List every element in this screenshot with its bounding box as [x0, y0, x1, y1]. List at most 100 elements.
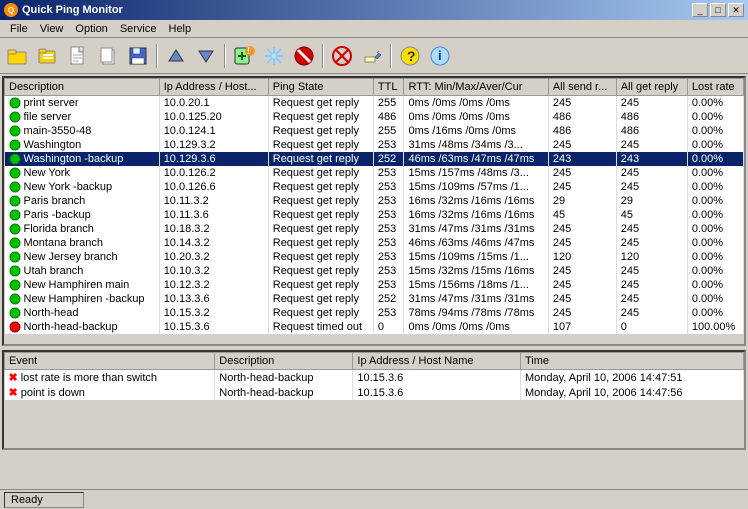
menu-bar: File View Option Service Help	[0, 20, 748, 38]
event-col-event[interactable]: Event	[5, 353, 215, 370]
menu-file[interactable]: File	[4, 22, 34, 36]
open-folder-button[interactable]	[4, 43, 32, 69]
event-table: Event Description Ip Address / Host Name…	[4, 352, 744, 400]
cell-ttl: 0	[373, 320, 404, 334]
table-row[interactable]: North-head-backup 10.15.3.6 Request time…	[5, 320, 744, 334]
cell-state: Request get reply	[268, 166, 373, 180]
cell-lost: 0.00%	[687, 180, 743, 194]
menu-help[interactable]: Help	[163, 22, 198, 36]
table-row[interactable]: Montana branch 10.14.3.2 Request get rep…	[5, 236, 744, 250]
event-row[interactable]: ✖lost rate is more than switch North-hea…	[5, 370, 744, 386]
cell-ttl: 253	[373, 138, 404, 152]
cell-state: Request get reply	[268, 208, 373, 222]
maximize-button[interactable]: □	[710, 3, 726, 17]
col-lost[interactable]: Lost rate	[687, 79, 743, 96]
col-ttl[interactable]: TTL	[373, 79, 404, 96]
col-state[interactable]: Ping State	[268, 79, 373, 96]
cell-ttl: 253	[373, 222, 404, 236]
app-icon: Q	[4, 3, 18, 17]
event-cell-ip: 10.15.3.6	[353, 370, 521, 386]
cell-ip: 10.14.3.2	[159, 236, 268, 250]
close-button[interactable]: ✕	[728, 3, 744, 17]
cell-lost: 0.00%	[687, 292, 743, 306]
cell-ip: 10.129.3.6	[159, 152, 268, 166]
table-row[interactable]: Paris -backup 10.11.3.6 Request get repl…	[5, 208, 744, 222]
menu-option[interactable]: Option	[69, 22, 113, 36]
menu-service[interactable]: Service	[114, 22, 163, 36]
cell-desc: main-3550-48	[5, 124, 160, 138]
cell-ttl: 252	[373, 292, 404, 306]
ping-table-container[interactable]: Description Ip Address / Host... Ping St…	[2, 76, 746, 346]
table-row[interactable]: New York 10.0.126.2 Request get reply 25…	[5, 166, 744, 180]
event-col-ip[interactable]: Ip Address / Host Name	[353, 353, 521, 370]
toolbar: ! ?	[0, 38, 748, 74]
cell-rtt: 31ms /47ms /31ms /31ms	[404, 222, 548, 236]
event-cell-desc: North-head-backup	[215, 370, 353, 386]
col-description[interactable]: Description	[5, 79, 160, 96]
cell-ip: 10.0.20.1	[159, 96, 268, 111]
menu-view[interactable]: View	[34, 22, 70, 36]
cell-lost: 0.00%	[687, 222, 743, 236]
copy-button[interactable]	[94, 43, 122, 69]
cell-state: Request get reply	[268, 222, 373, 236]
toolbar-separator-4	[390, 44, 392, 68]
move-up-button[interactable]	[192, 43, 220, 69]
event-cell-time: Monday, April 10, 2006 14:47:56	[520, 385, 743, 400]
new-document-button[interactable]	[64, 43, 92, 69]
cell-lost: 0.00%	[687, 166, 743, 180]
stop-button[interactable]	[290, 43, 318, 69]
cell-lost: 0.00%	[687, 96, 743, 111]
freeze-button[interactable]	[260, 43, 288, 69]
cell-ip: 10.11.3.6	[159, 208, 268, 222]
table-row[interactable]: Washington -backup 10.129.3.6 Request ge…	[5, 152, 744, 166]
cell-lost: 0.00%	[687, 278, 743, 292]
table-row[interactable]: New Jersey branch 10.20.3.2 Request get …	[5, 250, 744, 264]
table-row[interactable]: New York -backup 10.0.126.6 Request get …	[5, 180, 744, 194]
table-row[interactable]: print server 10.0.20.1 Request get reply…	[5, 96, 744, 111]
cell-rtt: 31ms /48ms /34ms /3...	[404, 138, 548, 152]
edit-button[interactable]	[358, 43, 386, 69]
cell-state: Request get reply	[268, 152, 373, 166]
event-col-desc[interactable]: Description	[215, 353, 353, 370]
status-bar: Ready	[0, 489, 748, 509]
cell-lost: 0.00%	[687, 110, 743, 124]
cell-state: Request get reply	[268, 138, 373, 152]
col-reply[interactable]: All get reply	[616, 79, 687, 96]
col-send[interactable]: All send r...	[548, 79, 616, 96]
no-entry-button[interactable]	[328, 43, 356, 69]
table-row[interactable]: Washington 10.129.3.2 Request get reply …	[5, 138, 744, 152]
table-row[interactable]: Florida branch 10.18.3.2 Request get rep…	[5, 222, 744, 236]
cell-desc: North-head	[5, 306, 160, 320]
cell-state: Request get reply	[268, 194, 373, 208]
col-ip[interactable]: Ip Address / Host...	[159, 79, 268, 96]
event-area: Event Description Ip Address / Host Name…	[2, 350, 746, 450]
minimize-button[interactable]: _	[692, 3, 708, 17]
table-row[interactable]: Paris branch 10.11.3.2 Request get reply…	[5, 194, 744, 208]
move-down-button[interactable]	[162, 43, 190, 69]
add-button[interactable]: !	[230, 43, 258, 69]
cell-reply: 245	[616, 138, 687, 152]
toolbar-separator-2	[224, 44, 226, 68]
cell-send: 245	[548, 306, 616, 320]
info-button[interactable]: i	[426, 43, 454, 69]
cell-ttl: 253	[373, 208, 404, 222]
save-button[interactable]	[124, 43, 152, 69]
open-yellow-button[interactable]	[34, 43, 62, 69]
help-button[interactable]: ?	[396, 43, 424, 69]
event-col-time[interactable]: Time	[520, 353, 743, 370]
table-row[interactable]: New Hamphiren main 10.12.3.2 Request get…	[5, 278, 744, 292]
table-row[interactable]: main-3550-48 10.0.124.1 Request get repl…	[5, 124, 744, 138]
col-rtt[interactable]: RTT: Min/Max/Aver/Cur	[404, 79, 548, 96]
cell-state: Request get reply	[268, 96, 373, 111]
event-row[interactable]: ✖point is down North-head-backup 10.15.3…	[5, 385, 744, 400]
cell-reply: 245	[616, 222, 687, 236]
table-row[interactable]: file server 10.0.125.20 Request get repl…	[5, 110, 744, 124]
table-row[interactable]: New Hamphiren -backup 10.13.3.6 Request …	[5, 292, 744, 306]
cell-send: 245	[548, 180, 616, 194]
table-row[interactable]: Utah branch 10.10.3.2 Request get reply …	[5, 264, 744, 278]
cell-state: Request get reply	[268, 124, 373, 138]
cell-send: 29	[548, 194, 616, 208]
table-row[interactable]: North-head 10.15.3.2 Request get reply 2…	[5, 306, 744, 320]
toolbar-separator-3	[322, 44, 324, 68]
cell-send: 245	[548, 236, 616, 250]
